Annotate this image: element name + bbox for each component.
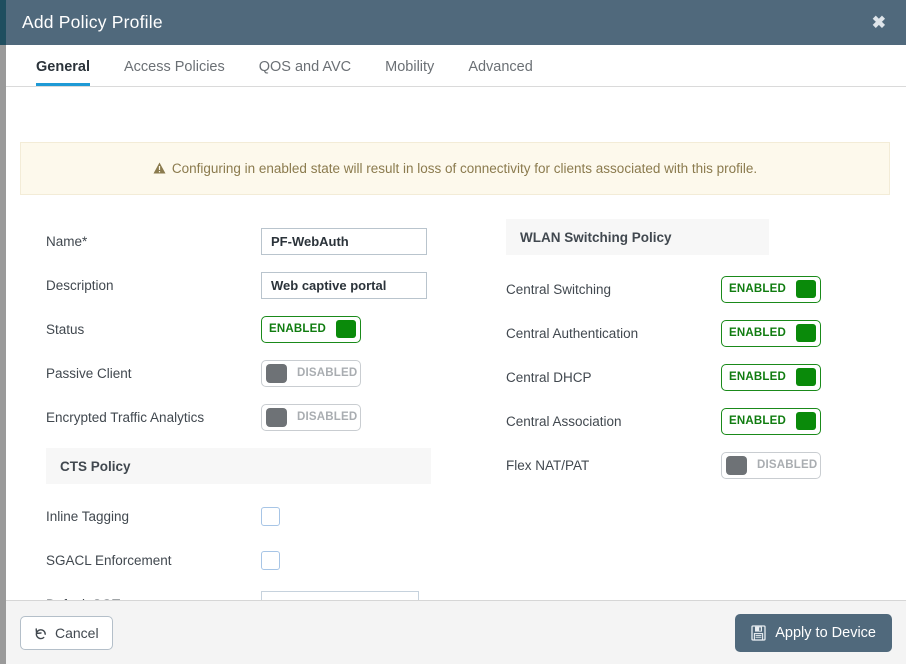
dialog-title: Add Policy Profile: [22, 12, 163, 32]
field-row-central-association: Central Association ENABLED: [506, 399, 886, 443]
label-inline-tagging: Inline Tagging: [46, 508, 130, 524]
wlan-switching-policy-section-header: WLAN Switching Policy: [506, 219, 769, 255]
dialog-header: Add Policy Profile ✖: [6, 0, 906, 45]
label-encrypted-traffic-analytics: Encrypted Traffic Analytics: [46, 409, 205, 425]
passive-client-toggle[interactable]: DISABLED: [261, 359, 361, 387]
field-row-central-authentication: Central Authentication ENABLED: [506, 311, 886, 355]
label-central-switching: Central Switching: [506, 281, 612, 297]
field-row-sgacl-enforcement: SGACL Enforcement: [46, 538, 436, 582]
field-row-passive-client: Passive Client DISABLED: [46, 351, 436, 395]
tab-bar: General Access Policies QOS and AVC Mobi…: [6, 45, 906, 87]
passive-client-toggle-label: DISABLED: [297, 367, 358, 379]
field-row-name: Name*: [46, 219, 436, 263]
field-row-description: Description: [46, 263, 436, 307]
field-row-encrypted-traffic-analytics: Encrypted Traffic Analytics DISABLED: [46, 395, 436, 439]
apply-to-device-button[interactable]: Apply to Device: [735, 613, 892, 652]
toggle-knob: [796, 280, 816, 298]
dialog-footer: Cancel Apply to Device: [6, 600, 906, 664]
field-row-central-dhcp: Central DHCP ENABLED: [506, 355, 886, 399]
central-authentication-toggle[interactable]: ENABLED: [721, 319, 821, 347]
warning-triangle-icon: [153, 162, 166, 174]
central-authentication-toggle-label: ENABLED: [729, 327, 786, 339]
field-row-inline-tagging: Inline Tagging: [46, 494, 436, 538]
tab-advanced[interactable]: Advanced: [468, 59, 533, 86]
flex-nat-pat-toggle-label: DISABLED: [757, 459, 818, 471]
label-sgacl-enforcement: SGACL Enforcement: [46, 552, 172, 568]
central-switching-toggle-label: ENABLED: [729, 283, 786, 295]
central-dhcp-toggle-label: ENABLED: [729, 371, 786, 383]
status-toggle-label: ENABLED: [269, 323, 326, 335]
label-status: Status: [46, 321, 85, 337]
label-central-dhcp: Central DHCP: [506, 369, 592, 385]
right-column: WLAN Switching Policy Central Switching …: [506, 219, 886, 487]
field-row-flex-nat-pat: Flex NAT/PAT DISABLED: [506, 443, 886, 487]
default-sgt-input[interactable]: [261, 590, 419, 600]
label-passive-client: Passive Client: [46, 365, 132, 381]
save-floppy-icon: [751, 624, 766, 641]
toggle-knob: [266, 363, 287, 383]
label-default-sgt: Default SGT: [46, 597, 261, 601]
cancel-button[interactable]: Cancel: [20, 615, 113, 650]
tab-access-policies[interactable]: Access Policies: [124, 59, 225, 86]
toggle-knob: [726, 455, 747, 475]
encrypted-traffic-analytics-toggle-label: DISABLED: [297, 411, 358, 423]
status-toggle[interactable]: ENABLED: [261, 315, 361, 343]
cancel-button-label: Cancel: [55, 624, 99, 641]
toggle-knob: [796, 412, 816, 430]
label-central-association: Central Association: [506, 413, 622, 429]
description-input[interactable]: [261, 271, 427, 299]
toggle-knob: [266, 407, 287, 427]
close-icon[interactable]: ✖: [868, 12, 890, 33]
central-association-toggle[interactable]: ENABLED: [721, 407, 821, 435]
field-row-central-switching: Central Switching ENABLED: [506, 267, 886, 311]
tab-qos-and-avc[interactable]: QOS and AVC: [259, 59, 351, 86]
warning-text-wrap: Configuring in enabled state will result…: [153, 161, 757, 176]
toggle-knob: [796, 368, 816, 386]
toggle-knob: [796, 324, 816, 342]
field-row-status: Status ENABLED: [46, 307, 436, 351]
toggle-knob: [336, 320, 356, 338]
dialog-body: Configuring in enabled state will result…: [6, 87, 906, 600]
sgacl-enforcement-checkbox[interactable]: [261, 550, 280, 570]
cts-policy-section-header: CTS Policy: [46, 448, 431, 484]
apply-to-device-button-label: Apply to Device: [775, 624, 876, 641]
left-column: Name* Description Status ENABLED Passive…: [46, 219, 436, 600]
inline-tagging-checkbox[interactable]: [261, 506, 280, 526]
central-dhcp-toggle[interactable]: ENABLED: [721, 363, 821, 391]
encrypted-traffic-analytics-toggle[interactable]: DISABLED: [261, 403, 361, 431]
label-name: Name*: [46, 233, 88, 249]
warning-banner: Configuring in enabled state will result…: [20, 142, 890, 195]
central-association-toggle-label: ENABLED: [729, 415, 786, 427]
warning-message: Configuring in enabled state will result…: [171, 161, 758, 176]
undo-arrow-icon: [34, 626, 48, 640]
tab-general[interactable]: General: [36, 59, 90, 86]
field-row-default-sgt: Default SGT: [46, 582, 436, 600]
add-policy-profile-dialog: Add Policy Profile ✖ General Access Poli…: [6, 0, 906, 664]
label-description: Description: [46, 277, 114, 293]
tab-mobility[interactable]: Mobility: [385, 59, 434, 86]
label-central-authentication: Central Authentication: [506, 325, 639, 341]
flex-nat-pat-toggle[interactable]: DISABLED: [721, 451, 821, 479]
label-flex-nat-pat: Flex NAT/PAT: [506, 457, 590, 473]
name-input[interactable]: [261, 227, 427, 255]
central-switching-toggle[interactable]: ENABLED: [721, 275, 821, 303]
